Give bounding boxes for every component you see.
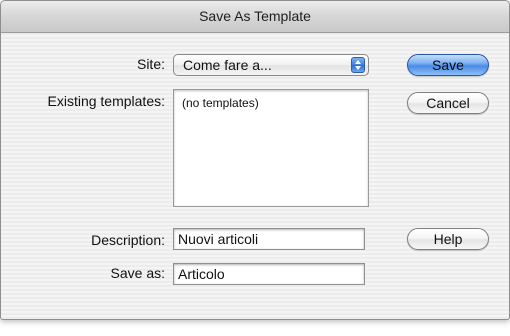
existing-templates-list[interactable]: (no templates) <box>173 89 369 207</box>
list-item[interactable]: (no templates) <box>182 96 259 110</box>
description-field[interactable] <box>173 228 365 250</box>
existing-templates-label: Existing templates: <box>47 93 166 109</box>
save-as-label: Save as: <box>110 265 165 281</box>
dialog-title: Save As Template <box>1 1 509 33</box>
site-popup-value: Come fare a... <box>183 57 272 73</box>
help-button[interactable]: Help <box>407 228 489 250</box>
save-as-template-dialog: Save As Template Site: Come fare a... Ex… <box>0 0 510 320</box>
site-label: Site: <box>136 56 165 72</box>
cancel-button[interactable]: Cancel <box>407 92 489 114</box>
description-label: Description: <box>91 232 165 248</box>
save-as-field[interactable] <box>173 263 365 285</box>
save-button[interactable]: Save <box>407 54 489 76</box>
site-popup[interactable]: Come fare a... <box>173 54 369 76</box>
updown-arrows-icon <box>351 57 365 73</box>
